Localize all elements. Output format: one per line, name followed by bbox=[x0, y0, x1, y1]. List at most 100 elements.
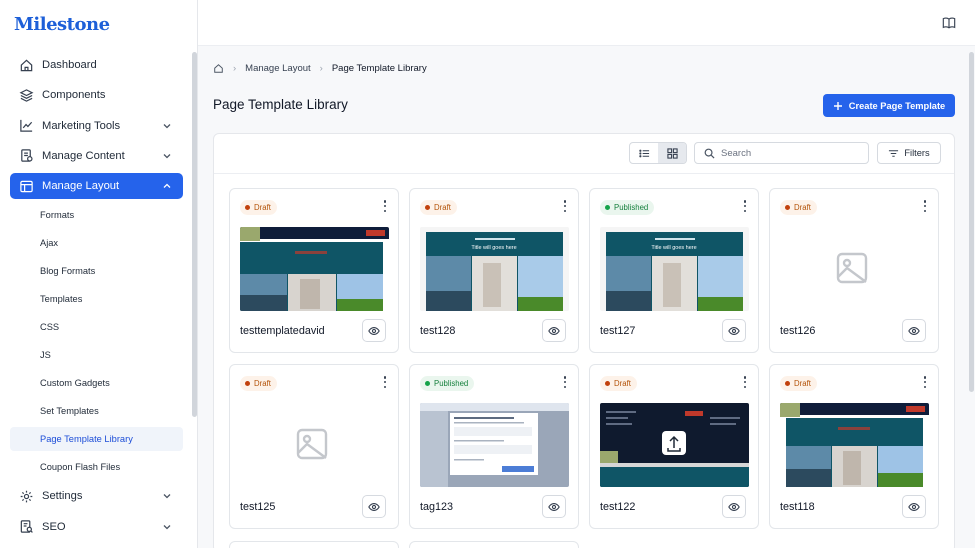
sidebar-subitem-css[interactable]: CSS bbox=[10, 315, 183, 339]
template-name: testtemplatedavid bbox=[240, 325, 325, 337]
template-thumbnail bbox=[780, 403, 929, 487]
home-icon[interactable] bbox=[213, 63, 224, 74]
template-card[interactable]: Draft test122 bbox=[589, 364, 759, 529]
status-dot bbox=[605, 205, 610, 210]
eye-icon bbox=[368, 502, 380, 511]
plus-icon bbox=[833, 101, 842, 110]
preview-button[interactable] bbox=[722, 495, 746, 518]
status-badge: Draft bbox=[240, 376, 277, 391]
sidebar-item-manage-content[interactable]: Manage Content bbox=[10, 143, 183, 169]
template-name: tag123 bbox=[420, 501, 454, 513]
preview-button[interactable] bbox=[902, 495, 926, 518]
more-options-icon[interactable] bbox=[562, 199, 568, 213]
template-card[interactable]: Published tag123 bbox=[409, 364, 579, 529]
eye-icon bbox=[368, 326, 380, 335]
gear-icon bbox=[19, 489, 34, 504]
layout-icon bbox=[19, 179, 34, 194]
book-icon[interactable] bbox=[942, 16, 956, 30]
template-name: test118 bbox=[780, 501, 815, 513]
sidebar-item-label: Manage Content bbox=[42, 149, 125, 162]
sidebar-subitem-set-templates[interactable]: Set Templates bbox=[10, 399, 183, 423]
preview-button[interactable] bbox=[362, 495, 386, 518]
sidebar-subitem-js[interactable]: JS bbox=[10, 343, 183, 367]
breadcrumb-item-manage-layout[interactable]: Manage Layout bbox=[245, 63, 311, 74]
grid-icon bbox=[666, 147, 678, 159]
template-card[interactable]: Draft Title will goes here test128 bbox=[409, 188, 579, 353]
eye-icon bbox=[548, 502, 560, 511]
eye-icon bbox=[728, 502, 740, 511]
chevron-right-icon: › bbox=[233, 63, 237, 74]
sidebar-item-settings[interactable]: Settings bbox=[10, 483, 183, 509]
more-options-icon[interactable] bbox=[382, 199, 388, 213]
logo: Milestone bbox=[14, 14, 110, 35]
sidebar-subitem-coupon-flash-files[interactable]: Coupon Flash Files bbox=[10, 455, 183, 479]
sidebar-subitem-page-template-library[interactable]: Page Template Library bbox=[10, 427, 183, 452]
breadcrumb-item-current: Page Template Library bbox=[331, 63, 427, 74]
list-view-button[interactable] bbox=[630, 143, 658, 163]
status-dot bbox=[785, 205, 790, 210]
template-card[interactable]: Published Title will goes here test127 bbox=[589, 188, 759, 353]
template-card[interactable] bbox=[409, 541, 579, 548]
status-label: Draft bbox=[254, 203, 271, 212]
sidebar-item-manage-layout[interactable]: Manage Layout bbox=[10, 173, 183, 200]
template-card[interactable]: Draft test126 bbox=[769, 188, 939, 353]
filters-button[interactable]: Filters bbox=[877, 142, 941, 164]
status-label: Published bbox=[614, 203, 649, 212]
list-icon bbox=[638, 149, 649, 157]
sidebar-subitem-formats[interactable]: Formats bbox=[10, 203, 183, 227]
more-options-icon[interactable] bbox=[382, 375, 388, 389]
template-card[interactable]: Draft testtemplatedavid bbox=[229, 188, 399, 353]
more-options-icon[interactable] bbox=[742, 375, 748, 389]
sidebar-subitem-custom-gadgets[interactable]: Custom Gadgets bbox=[10, 371, 183, 395]
trend-chart-icon bbox=[19, 118, 34, 133]
sidebar-nav: Dashboard Components Marketing Tools Man… bbox=[10, 52, 183, 544]
sidebar-item-seo[interactable]: SEO bbox=[10, 514, 183, 540]
breadcrumb: › Manage Layout › Page Template Library bbox=[213, 63, 427, 74]
sidebar-item-label: Manage Layout bbox=[42, 180, 120, 193]
template-card[interactable] bbox=[229, 541, 399, 548]
sidebar-scrollbar[interactable] bbox=[192, 52, 197, 417]
sidebar-subitem-ajax[interactable]: Ajax bbox=[10, 231, 183, 255]
preview-button[interactable] bbox=[542, 495, 566, 518]
preview-button[interactable] bbox=[722, 319, 746, 342]
more-options-icon[interactable] bbox=[922, 375, 928, 389]
search-icon bbox=[704, 148, 715, 159]
status-badge: Draft bbox=[780, 376, 817, 391]
more-options-icon[interactable] bbox=[922, 199, 928, 213]
chevron-up-icon bbox=[163, 183, 171, 189]
seo-icon bbox=[19, 519, 34, 534]
search-input[interactable] bbox=[721, 147, 861, 159]
preview-button[interactable] bbox=[362, 319, 386, 342]
template-name: test122 bbox=[600, 501, 636, 513]
filters-label: Filters bbox=[904, 148, 930, 158]
create-page-template-button[interactable]: Create Page Template bbox=[823, 94, 955, 117]
content-icon bbox=[19, 148, 34, 163]
main-scrollbar[interactable] bbox=[969, 52, 974, 392]
view-toggle bbox=[629, 142, 687, 164]
sidebar-item-marketing-tools[interactable]: Marketing Tools bbox=[10, 113, 183, 139]
eye-icon bbox=[908, 502, 920, 511]
sidebar-item-dashboard[interactable]: Dashboard bbox=[10, 52, 183, 78]
status-dot bbox=[425, 381, 430, 386]
preview-button[interactable] bbox=[902, 319, 926, 342]
eye-icon bbox=[548, 326, 560, 335]
sidebar-item-label: Settings bbox=[42, 490, 83, 503]
template-card[interactable]: Draft test125 bbox=[229, 364, 399, 529]
status-label: Draft bbox=[794, 203, 811, 212]
sidebar-item-components[interactable]: Components bbox=[10, 82, 183, 108]
sidebar-subitem-templates[interactable]: Templates bbox=[10, 287, 183, 311]
sidebar-subitem-blog-formats[interactable]: Blog Formats bbox=[10, 259, 183, 283]
preview-button[interactable] bbox=[542, 319, 566, 342]
more-options-icon[interactable] bbox=[742, 199, 748, 213]
status-badge: Draft bbox=[420, 200, 457, 215]
template-card[interactable]: Draft test118 bbox=[769, 364, 939, 529]
chevron-down-icon bbox=[163, 494, 171, 499]
template-thumbnail: Title will goes here bbox=[420, 227, 569, 311]
more-options-icon[interactable] bbox=[562, 375, 568, 389]
eye-icon bbox=[728, 326, 740, 335]
sidebar-item-label: Dashboard bbox=[42, 59, 97, 71]
status-badge: Draft bbox=[780, 200, 817, 215]
grid-view-button[interactable] bbox=[658, 143, 686, 163]
template-thumbnail bbox=[600, 403, 749, 487]
image-placeholder-icon bbox=[836, 252, 868, 284]
